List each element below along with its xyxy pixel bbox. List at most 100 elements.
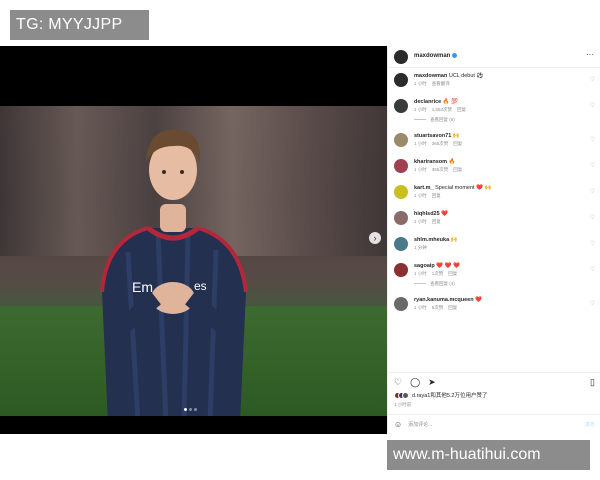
comment-reply[interactable]: 回复 <box>453 141 462 146</box>
save-icon[interactable]: ▯ <box>590 377 595 388</box>
verified-icon <box>452 53 458 59</box>
comments-list[interactable]: maxdowman UCL debut ⚽ 1 小时 查看翻译 ♡ declanrice… <box>388 72 600 372</box>
commenter-avatar[interactable] <box>394 73 408 87</box>
comment-text: ❤️ ❤️ ❤️ <box>436 263 460 269</box>
comment-like-icon[interactable]: ♡ <box>590 266 595 273</box>
player-figure: Em es <box>100 129 248 416</box>
comment-time: 1 小时 <box>414 271 427 276</box>
comment-text: 🙌 <box>450 237 458 243</box>
commenter-avatar[interactable] <box>394 263 408 277</box>
next-image-icon[interactable]: › <box>369 232 381 244</box>
comment-like-icon[interactable]: ♡ <box>590 76 595 83</box>
watermark-top: TG: MYYJJPP <box>10 10 149 40</box>
comment-like-icon[interactable]: ♡ <box>590 214 595 221</box>
comment-text: ❤️ <box>475 297 482 303</box>
post-comment-button[interactable]: 发布 <box>585 421 595 428</box>
post-time: 1 小时前 <box>394 402 412 407</box>
comment-like-icon[interactable]: ♡ <box>590 300 595 307</box>
author-avatar[interactable] <box>394 49 408 64</box>
comment-reply[interactable]: 回复 <box>432 219 441 224</box>
comment-line: khariransom 🔥 <box>414 158 467 166</box>
comment-like-icon[interactable]: ♡ <box>590 188 595 195</box>
commenter-username[interactable]: stuartsavon71 <box>414 133 451 139</box>
comment-like-icon[interactable]: ♡ <box>590 162 595 169</box>
comment-line: ryan.kanuma.mcqueen ❤️ <box>414 296 482 304</box>
comment-likes[interactable]: 365次赞 <box>432 167 449 172</box>
post-media[interactable]: Em es › <box>0 46 387 434</box>
comment-body: hiqhlsd25 ❤️ 1 小时 回复 <box>414 210 448 225</box>
commenter-avatar[interactable] <box>394 185 408 199</box>
comment-input[interactable]: 添加评论... <box>408 421 585 428</box>
comment-line: stuartsavon71 🙌 <box>414 132 467 140</box>
view-replies-link[interactable]: 查看回复 (6) <box>388 117 600 123</box>
commenter-username[interactable]: kart.m_ <box>414 185 434 191</box>
comment-time: 1 小时 <box>414 107 427 112</box>
comment-body: declanrice 🔥 💯 1 小时 1,553次赞 回复 <box>414 98 471 113</box>
comment-line: kart.m_ Special moment ❤️ 🙌 <box>414 184 491 192</box>
comment-reply[interactable]: 回复 <box>457 107 466 112</box>
comment-item: maxdowman UCL debut ⚽ 1 小时 查看翻译 ♡ <box>388 72 600 87</box>
comment-time: 1 小时 <box>414 193 427 198</box>
comment-time: 1 分钟 <box>414 245 427 250</box>
commenter-username[interactable]: maxdowman <box>414 73 447 79</box>
likes-text: d.raya1和其他5.2万位用户赞了 <box>412 393 488 399</box>
commenter-avatar[interactable] <box>394 211 408 225</box>
comment-item: stuartsavon71 🙌 1 小时 366次赞 回复 ♡ <box>388 132 600 147</box>
comment-likes[interactable]: 366次赞 <box>432 141 449 146</box>
commenter-username[interactable]: declanrice <box>414 99 441 105</box>
comment-meta: 1 小时 1次赞 回复 <box>414 270 462 277</box>
comment-icon[interactable]: ◯ <box>410 377 420 388</box>
comment-time: 1 小时 <box>414 219 427 224</box>
comment-likes[interactable]: 1,553次赞 <box>432 107 452 112</box>
more-options-icon[interactable]: ··· <box>586 50 594 59</box>
likes-summary[interactable]: d.raya1和其他5.2万位用户赞了 <box>394 391 488 399</box>
comment-time: 1 小时 <box>414 141 427 146</box>
author-username[interactable]: maxdowman <box>414 53 458 60</box>
add-comment-bar: ☺ 添加评论... 发布 <box>388 414 600 434</box>
comment-item: declanrice 🔥 💯 1 小时 1,553次赞 回复 ♡ <box>388 98 600 113</box>
comment-body: khariransom 🔥 1 小时 365次赞 回复 <box>414 158 467 173</box>
comment-likes[interactable]: 6次赞 <box>432 305 444 310</box>
comment-meta: 1 小时 查看翻译 <box>414 80 483 87</box>
watermark-bottom: www.m-huatihui.com <box>387 440 590 470</box>
comment-like-icon[interactable]: ♡ <box>590 136 595 143</box>
emoji-icon[interactable]: ☺ <box>394 420 402 429</box>
commenter-avatar[interactable] <box>394 297 408 311</box>
comment-text: Special moment ❤️ 🙌 <box>435 185 492 191</box>
commenter-avatar[interactable] <box>394 133 408 147</box>
comment-line: sagoaip ❤️ ❤️ ❤️ <box>414 262 462 270</box>
comment-like-icon[interactable]: ♡ <box>590 102 595 109</box>
post-header: maxdowman ··· <box>388 46 600 68</box>
comment-reply[interactable]: 回复 <box>448 305 457 310</box>
comment-body: stuartsavon71 🙌 1 小时 366次赞 回复 <box>414 132 467 147</box>
comment-meta: 1 小时 365次赞 回复 <box>414 166 467 173</box>
comment-meta: 1 小时 6次赞 回复 <box>414 304 482 311</box>
share-icon[interactable]: ➤ <box>428 377 436 388</box>
comment-text: UCL debut ⚽ <box>448 73 484 79</box>
comment-like-icon[interactable]: ♡ <box>590 240 595 247</box>
comment-item: ryan.kanuma.mcqueen ❤️ 1 小时 6次赞 回复 ♡ <box>388 296 600 311</box>
liker-avatar <box>402 391 409 399</box>
view-replies-link[interactable]: 查看回复 (4) <box>388 281 600 287</box>
comment-likes[interactable]: 1次赞 <box>432 271 444 276</box>
comment-reply[interactable]: 查看翻译 <box>432 81 450 86</box>
commenter-username[interactable]: shlm.mheuka <box>414 237 449 243</box>
commenter-username[interactable]: sagoaip <box>414 263 435 269</box>
comment-line: hiqhlsd25 ❤️ <box>414 210 448 218</box>
comment-reply[interactable]: 回复 <box>453 167 462 172</box>
action-bar: ♡ ◯ ➤ ▯ <box>388 372 600 388</box>
commenter-username[interactable]: hiqhlsd25 <box>414 211 440 217</box>
like-icon[interactable]: ♡ <box>394 377 402 388</box>
comment-reply[interactable]: 回复 <box>432 193 441 198</box>
comment-line: declanrice 🔥 💯 <box>414 98 471 106</box>
commenter-avatar[interactable] <box>394 237 408 251</box>
commenter-avatar[interactable] <box>394 159 408 173</box>
comment-time: 1 小时 <box>414 167 427 172</box>
commenter-username[interactable]: ryan.kanuma.mcqueen <box>414 297 474 303</box>
comment-time: 1 小时 <box>414 81 427 86</box>
commenter-username[interactable]: khariransom <box>414 159 447 165</box>
comment-item: shlm.mheuka 🙌 1 分钟 ♡ <box>388 236 600 251</box>
commenter-avatar[interactable] <box>394 99 408 113</box>
comment-reply[interactable]: 回复 <box>448 271 457 276</box>
comment-text: ❤️ <box>441 211 449 217</box>
